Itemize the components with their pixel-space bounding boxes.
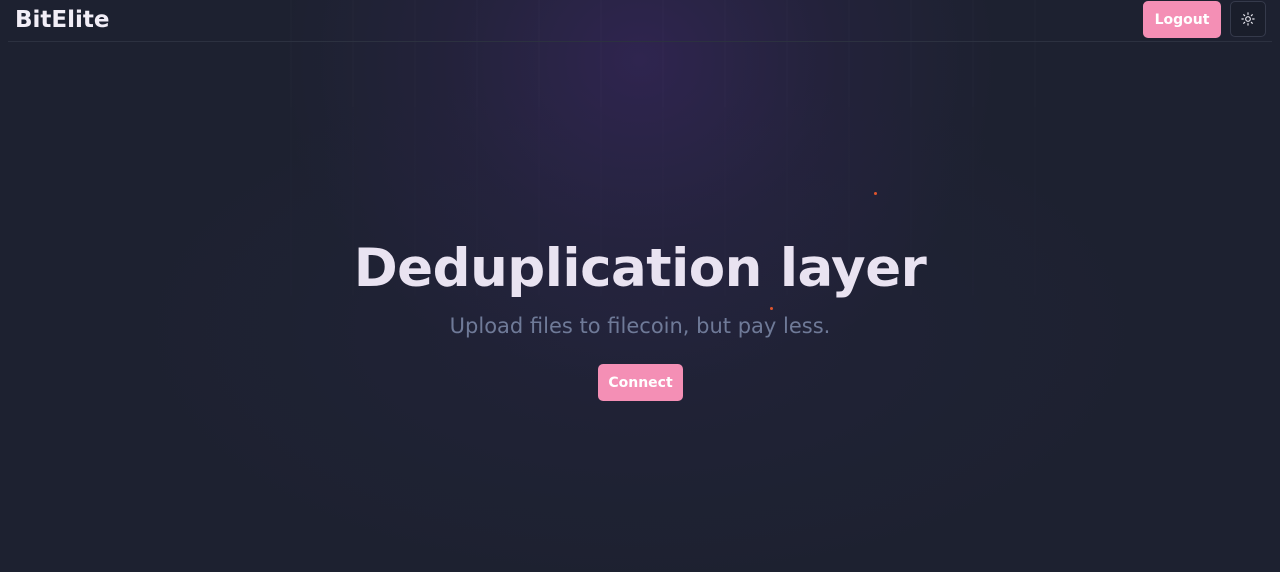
hero-title: Deduplication layer [353, 238, 927, 299]
particle-dot [770, 307, 773, 310]
hero-subtitle: Upload files to filecoin, but pay less. [449, 314, 831, 338]
particle-dot [874, 192, 877, 195]
connect-button[interactable]: Connect [598, 364, 683, 401]
hero-section: Deduplication layer Upload files to file… [0, 0, 1280, 572]
